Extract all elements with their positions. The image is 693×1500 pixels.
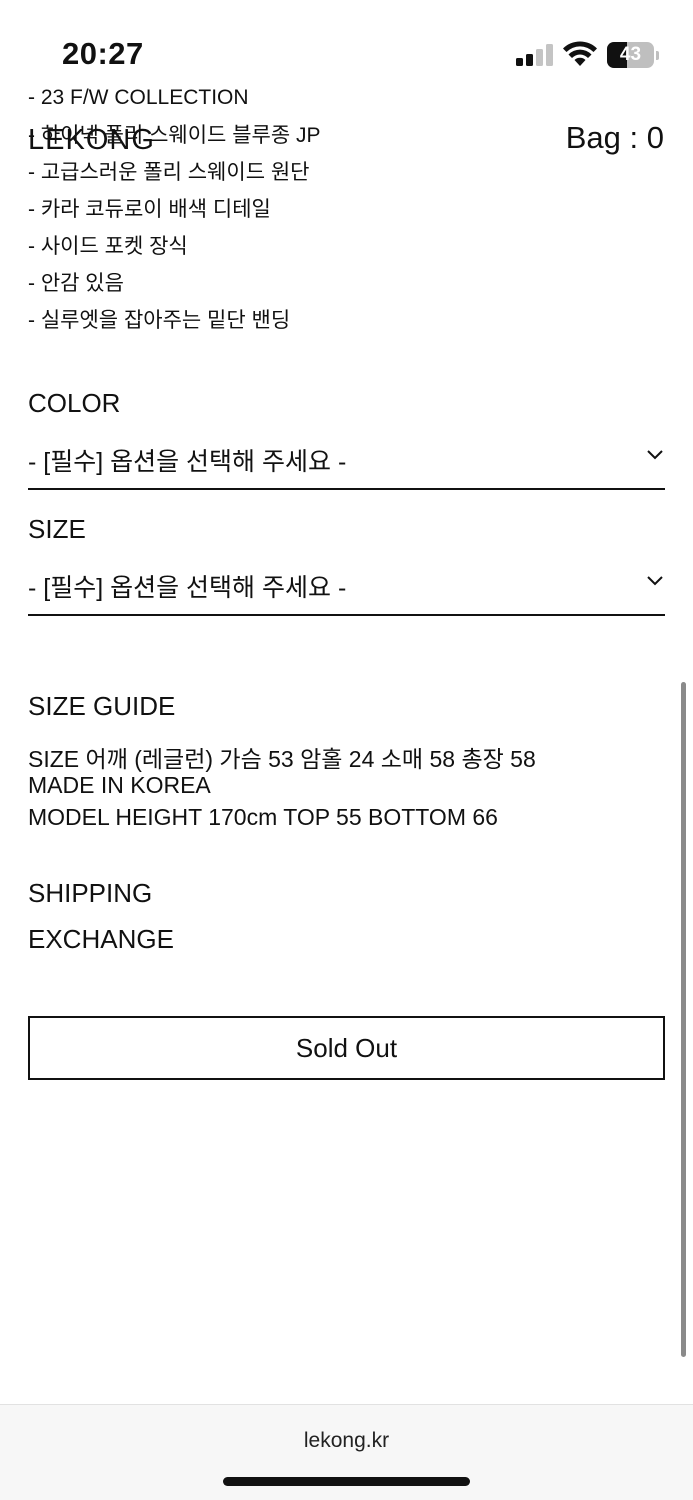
site-logo[interactable]: LEKONG (28, 124, 155, 157)
color-select-value: - [필수] 옵션을 선택해 주세요 - (28, 448, 347, 476)
description-line: - 사이드 포켓 장식 (28, 235, 188, 258)
description-line: - 실루엣을 잡아주는 밑단 밴딩 (28, 309, 291, 332)
size-option-label: SIZE (28, 514, 86, 544)
description-line: - 고급스러운 폴리 스웨이드 원단 (28, 161, 310, 184)
size-guide-title: SIZE GUIDE (28, 691, 176, 721)
description-line: - 카라 코듀로이 배색 디테일 (28, 198, 271, 221)
app-screen: 20:27 43 - 23 F/W COLLECTION - 하이넥 폴리 스웨… (0, 0, 693, 1500)
chevron-down-icon (647, 576, 663, 586)
description-line: - 안감 있음 (28, 272, 124, 295)
bag-link[interactable]: Bag : 0 (566, 120, 664, 156)
wifi-icon (563, 41, 597, 66)
size-select[interactable]: - [필수] 옵션을 선택해 주세요 - (28, 560, 665, 616)
home-indicator[interactable] (223, 1477, 470, 1486)
url-address[interactable]: lekong.kr (0, 1429, 693, 1453)
cellular-signal-icon (516, 44, 554, 66)
sold-out-button[interactable]: Sold Out (28, 1016, 665, 1080)
status-bar: 20:27 43 (0, 0, 693, 90)
battery-icon: 43 (607, 42, 659, 68)
browser-bottom-bar: lekong.kr (0, 1404, 693, 1500)
chevron-down-icon (647, 450, 663, 460)
size-guide-line: SIZE 어깨 (레글런) 가슴 53 암홀 24 소매 58 총장 58 (28, 746, 536, 772)
size-guide-line: MODEL HEIGHT 170cm TOP 55 BOTTOM 66 (28, 804, 498, 830)
status-time: 20:27 (62, 36, 144, 71)
description-line: - 23 F/W COLLECTION (28, 86, 249, 104)
battery-percentage: 43 (619, 44, 642, 65)
color-select[interactable]: - [필수] 옵션을 선택해 주세요 - (28, 434, 665, 490)
size-guide-line: MADE IN KOREA (28, 772, 211, 798)
exchange-link[interactable]: EXCHANGE (28, 924, 174, 955)
shipping-link[interactable]: SHIPPING (28, 878, 152, 909)
scrollbar[interactable] (681, 682, 686, 1357)
product-description: - 23 F/W COLLECTION - 하이넥 폴리 스웨이드 블루종 JP… (28, 84, 628, 344)
color-option-label: COLOR (28, 388, 121, 418)
size-select-value: - [필수] 옵션을 선택해 주세요 - (28, 574, 347, 602)
